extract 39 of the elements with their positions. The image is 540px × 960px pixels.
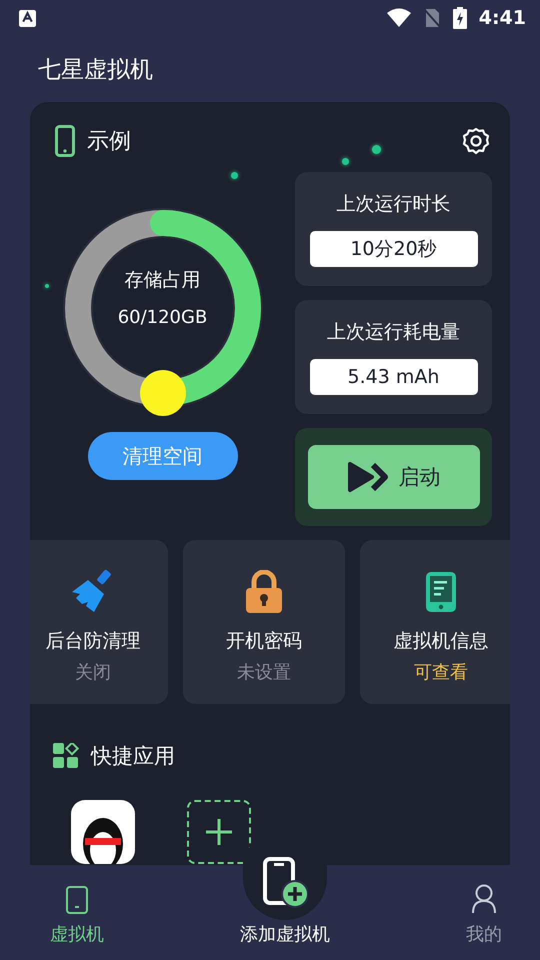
app-icon[interactable] bbox=[71, 800, 135, 864]
nav-tab[interactable]: 我的 bbox=[466, 884, 502, 946]
feature-title: 开机密码 bbox=[226, 629, 302, 654]
feature-tile[interactable]: 虚拟机信息 可查看 bbox=[360, 540, 510, 704]
add-phone-icon bbox=[262, 856, 308, 908]
app-title: 七星虚拟机 bbox=[37, 56, 154, 85]
feature-tile[interactable]: 开机密码 未设置 bbox=[183, 540, 345, 704]
feature-title: 后台防清理 bbox=[46, 629, 140, 654]
start-button[interactable]: 启动 bbox=[308, 445, 480, 509]
user-icon bbox=[471, 884, 497, 914]
storage-reading: 60/120GB bbox=[118, 306, 208, 328]
stat-label: 上次运行时长 bbox=[336, 192, 450, 217]
glow-dot bbox=[372, 145, 381, 154]
plus-icon bbox=[204, 817, 234, 847]
feature-status: 未设置 bbox=[237, 661, 291, 684]
feature-status: 关闭 bbox=[75, 661, 111, 684]
settings-icon[interactable] bbox=[462, 127, 490, 155]
feature-title: 虚拟机信息 bbox=[394, 629, 488, 654]
phone-info-icon bbox=[424, 570, 458, 614]
wifi-icon bbox=[386, 8, 411, 28]
nav-tab[interactable]: 虚拟机 bbox=[50, 886, 104, 946]
card-title: 示例 bbox=[87, 128, 131, 156]
phone-icon bbox=[55, 125, 75, 157]
glow-dot bbox=[231, 172, 238, 179]
glow-dot bbox=[342, 158, 349, 165]
keyboard-icon bbox=[19, 10, 36, 26]
stat-value: 10分20秒 bbox=[310, 231, 478, 267]
section-title: 快捷应用 bbox=[91, 743, 175, 770]
apps-icon bbox=[53, 743, 79, 769]
battery-icon bbox=[452, 7, 467, 29]
status-time: 4:41 bbox=[478, 7, 526, 29]
stat-value: 5.43 mAh bbox=[310, 359, 478, 395]
stat-label: 上次运行耗电量 bbox=[327, 320, 460, 345]
glow-dot bbox=[45, 284, 49, 288]
tablet-icon bbox=[66, 886, 88, 914]
feature-tile[interactable]: 后台防清理 关闭 bbox=[30, 540, 168, 704]
feature-status: 可查看 bbox=[414, 661, 468, 684]
lock-icon bbox=[244, 570, 284, 614]
storage-label: 存储占用 bbox=[124, 268, 200, 292]
